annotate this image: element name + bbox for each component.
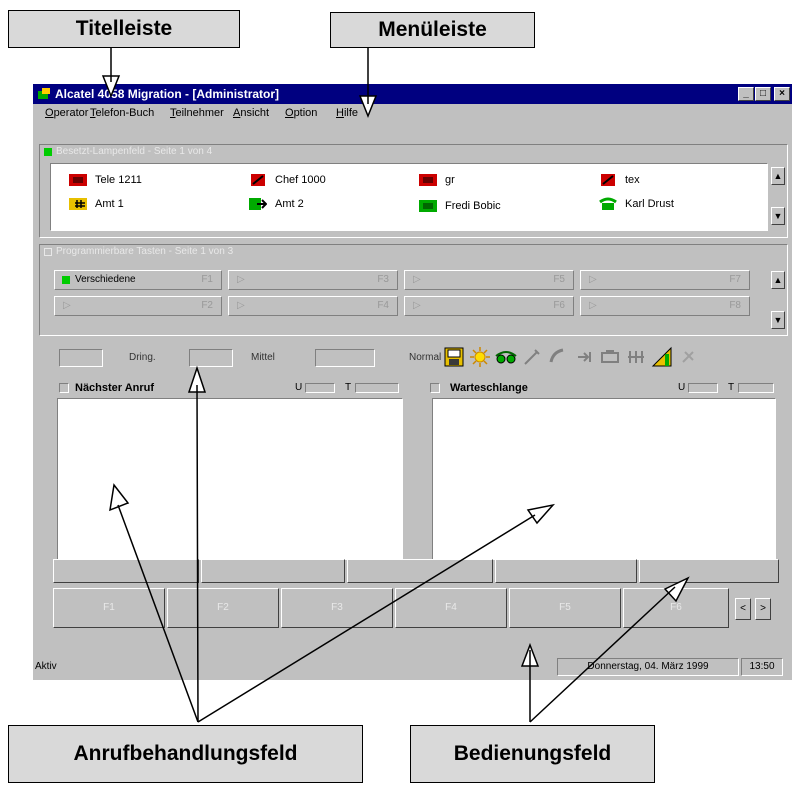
- arrow-call-handling-1: [109, 483, 199, 723]
- arrow-call-handling-3: [197, 503, 556, 723]
- arrow-title-bar: [101, 48, 121, 99]
- arrow-menu-bar: [358, 48, 378, 119]
- annotation-arrows: [101, 48, 690, 723]
- arrow-operator-panel-1: [520, 642, 540, 722]
- arrow-call-handling-2: [187, 365, 207, 723]
- arrow-operator-panel-2: [529, 576, 690, 723]
